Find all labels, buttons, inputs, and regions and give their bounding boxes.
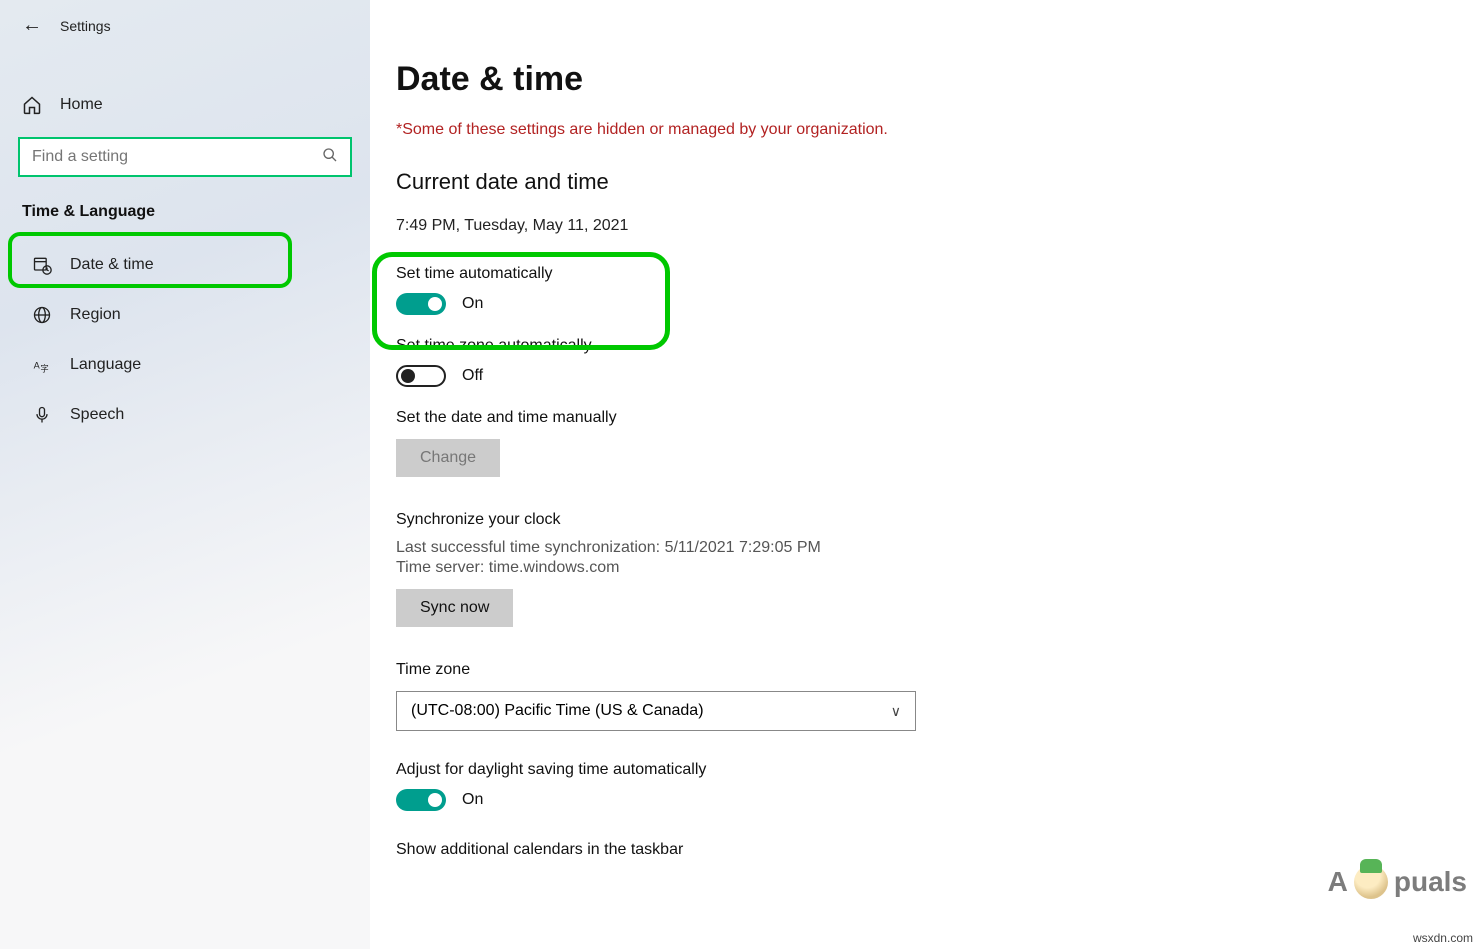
- sidebar-item-date-time[interactable]: Date & time: [10, 241, 360, 289]
- tz-select[interactable]: (UTC-08:00) Pacific Time (US & Canada) ∨: [396, 691, 916, 731]
- app-title: Settings: [60, 18, 111, 34]
- page-title: Date & time: [396, 60, 1477, 99]
- sync-label: Synchronize your clock: [396, 511, 1477, 529]
- sync-server: Time server: time.windows.com: [396, 559, 1477, 577]
- dst-toggle[interactable]: [396, 789, 446, 811]
- show-cal-label: Show additional calendars in the taskbar: [396, 841, 1477, 859]
- sync-now-button[interactable]: Sync now: [396, 589, 513, 627]
- set-tz-auto-label: Set time zone automatically: [396, 337, 1477, 355]
- sidebar-label-region: Region: [70, 306, 121, 324]
- home-icon: [22, 95, 42, 115]
- sidebar-home[interactable]: Home: [0, 85, 370, 125]
- dst-label: Adjust for daylight saving time automati…: [396, 761, 1477, 779]
- main-content: Date & time *Some of these settings are …: [396, 0, 1477, 949]
- tz-label: Time zone: [396, 661, 1477, 679]
- current-datetime-value: 7:49 PM, Tuesday, May 11, 2021: [396, 217, 1477, 235]
- watermark-site: wsxdn.com: [1413, 931, 1473, 945]
- watermark-appuals: A puals: [1328, 865, 1467, 899]
- language-icon: A字: [32, 355, 52, 375]
- set-tz-auto-state: Off: [462, 367, 483, 385]
- set-manual-label: Set the date and time manually: [396, 409, 1477, 427]
- sidebar-category: Time & Language: [0, 177, 370, 239]
- sidebar-label-speech: Speech: [70, 406, 124, 424]
- set-time-auto-label: Set time automatically: [396, 265, 1477, 283]
- watermark-text-a: A: [1328, 866, 1348, 898]
- sidebar-item-region[interactable]: Region: [10, 291, 360, 339]
- watermark-avatar-icon: [1354, 865, 1388, 899]
- sidebar-item-speech[interactable]: Speech: [10, 391, 360, 439]
- home-label: Home: [60, 96, 103, 114]
- globe-icon: [32, 305, 52, 325]
- dst-state: On: [462, 791, 483, 809]
- sidebar-item-language[interactable]: A字 Language: [10, 341, 360, 389]
- svg-text:字: 字: [40, 364, 48, 374]
- microphone-icon: [32, 405, 52, 425]
- change-button[interactable]: Change: [396, 439, 500, 477]
- org-warning: *Some of these settings are hidden or ma…: [396, 121, 1477, 139]
- set-tz-auto-toggle[interactable]: [396, 365, 446, 387]
- search-input[interactable]: [18, 137, 352, 177]
- calendar-clock-icon: [32, 255, 52, 275]
- section-current-date-time: Current date and time: [396, 169, 1477, 195]
- watermark-text-b: puals: [1394, 866, 1467, 898]
- settings-sidebar: ← Settings Home Time & Language Date & t…: [0, 0, 370, 949]
- set-time-auto-state: On: [462, 295, 483, 313]
- sidebar-label-date-time: Date & time: [70, 256, 154, 274]
- chevron-down-icon: ∨: [891, 703, 901, 720]
- sidebar-label-language: Language: [70, 356, 141, 374]
- set-time-auto-toggle[interactable]: [396, 293, 446, 315]
- back-arrow-icon[interactable]: ←: [22, 14, 42, 37]
- sync-last: Last successful time synchronization: 5/…: [396, 539, 1477, 557]
- tz-value: (UTC-08:00) Pacific Time (US & Canada): [411, 702, 704, 720]
